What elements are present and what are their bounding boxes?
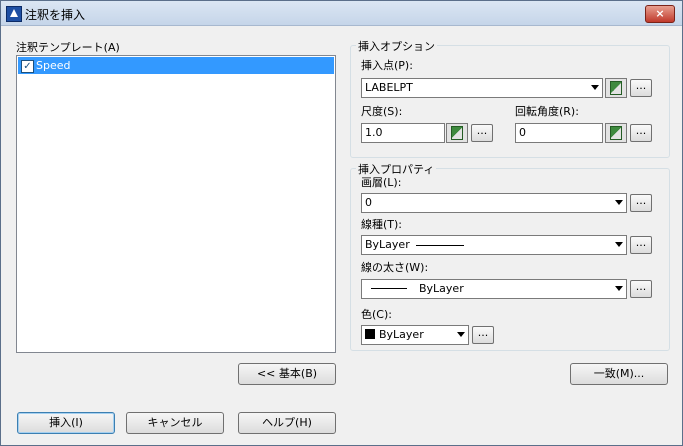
linetype-combo[interactable]: ByLayer xyxy=(361,235,627,255)
scale-browse-button[interactable]: ... xyxy=(471,124,493,142)
template-listbox[interactable]: ✓ Speed xyxy=(16,55,336,353)
scale-input[interactable]: 1.0 xyxy=(361,123,445,143)
chevron-down-icon xyxy=(615,200,623,205)
pick-cursor-icon xyxy=(610,81,622,95)
linetype-value-wrap: ByLayer xyxy=(365,238,464,251)
insertion-point-label: 挿入点(P): xyxy=(361,59,413,72)
linetype-browse-button[interactable]: ... xyxy=(630,236,652,254)
lineweight-value-wrap: ByLayer xyxy=(365,282,464,295)
window-title: 注釈を挿入 xyxy=(25,8,86,22)
layer-browse-button[interactable]: ... xyxy=(630,194,652,212)
color-label: 色(C): xyxy=(361,308,392,321)
scale-value: 1.0 xyxy=(365,126,383,139)
color-value-wrap: ByLayer xyxy=(365,328,424,341)
insert-options-title: 挿入オプション xyxy=(356,38,437,54)
linetype-value: ByLayer xyxy=(365,238,410,251)
color-value: ByLayer xyxy=(379,328,424,341)
insertion-point-browse-button[interactable]: ... xyxy=(630,79,652,97)
chevron-down-icon xyxy=(615,242,623,247)
close-button[interactable]: × xyxy=(645,5,675,23)
pick-insertion-point-button[interactable] xyxy=(605,78,627,98)
lineweight-value: ByLayer xyxy=(419,282,464,295)
help-button[interactable]: ヘルプ(H) xyxy=(238,412,336,434)
lineweight-browse-button[interactable]: ... xyxy=(630,280,652,298)
layer-label: 画層(L): xyxy=(361,176,402,189)
pick-cursor-icon xyxy=(451,126,463,140)
list-item[interactable]: ✓ Speed xyxy=(18,57,334,74)
chevron-down-icon xyxy=(457,332,465,337)
color-combo[interactable]: ByLayer xyxy=(361,325,469,345)
checkbox[interactable]: ✓ xyxy=(21,60,34,73)
cancel-button[interactable]: キャンセル xyxy=(126,412,224,434)
rotation-value: 0 xyxy=(519,126,526,139)
rotation-label: 回転角度(R): xyxy=(515,105,579,118)
insert-button[interactable]: 挿入(I) xyxy=(17,412,115,434)
rotation-browse-button[interactable]: ... xyxy=(630,124,652,142)
match-button[interactable]: 一致(M)... xyxy=(570,363,668,385)
rotation-input[interactable]: 0 xyxy=(515,123,603,143)
line-sample-icon xyxy=(371,288,407,289)
color-swatch-icon xyxy=(365,329,375,339)
pick-rotation-button[interactable] xyxy=(605,123,627,143)
lineweight-label: 線の太さ(W): xyxy=(361,261,429,274)
scale-label: 尺度(S): xyxy=(361,105,403,118)
chevron-down-icon xyxy=(591,85,599,90)
title-bar[interactable]: 注釈を挿入 × xyxy=(1,1,682,26)
app-icon xyxy=(6,6,22,22)
list-item-label: Speed xyxy=(36,59,71,72)
linetype-label: 線種(T): xyxy=(361,218,403,231)
pick-scale-button[interactable] xyxy=(446,123,468,143)
insertion-point-value: LABELPT xyxy=(365,81,413,94)
color-browse-button[interactable]: ... xyxy=(472,326,494,344)
template-list-label: 注釈テンプレート(A) xyxy=(16,41,120,54)
line-sample-icon xyxy=(415,245,464,246)
layer-value: 0 xyxy=(365,196,372,209)
basic-toggle-button[interactable]: << 基本(B) xyxy=(238,363,336,385)
pick-cursor-icon xyxy=(610,126,622,140)
chevron-down-icon xyxy=(615,286,623,291)
insert-annotation-dialog: 注釈を挿入 × 注釈テンプレート(A) ✓ Speed 挿入オプション 挿入点(… xyxy=(0,0,683,446)
insertion-point-combo[interactable]: LABELPT xyxy=(361,78,603,98)
layer-combo[interactable]: 0 xyxy=(361,193,627,213)
lineweight-combo[interactable]: ByLayer xyxy=(361,279,627,299)
